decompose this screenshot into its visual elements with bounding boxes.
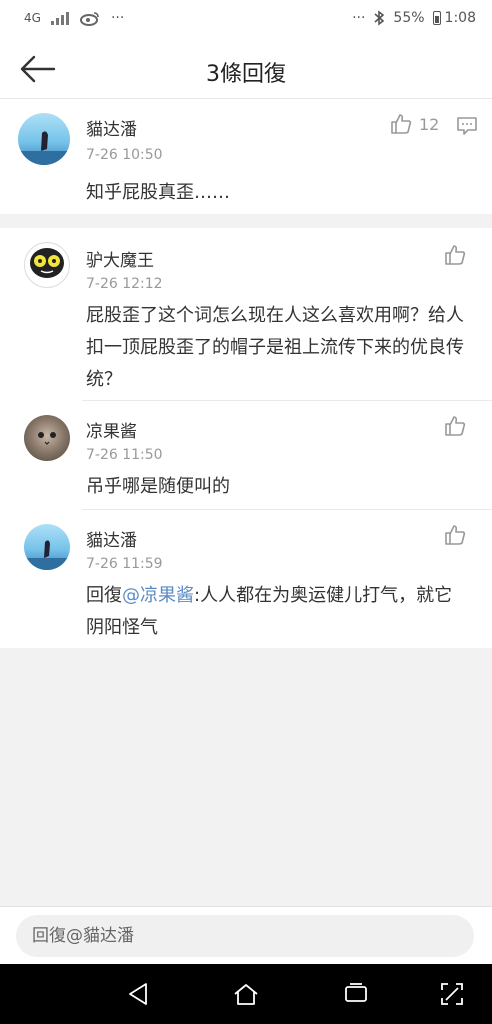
thumbs-up-icon[interactable] [444,244,466,266]
reply-input[interactable] [16,915,474,957]
page-title: 3條回復 [206,62,286,87]
reply-input-bar [0,906,492,965]
battery-percent: 55% [393,10,425,26]
reply-time: 7-26 11:50 [86,447,163,463]
status-bar: 4G ··· ··· 55% 1:08 [0,0,492,40]
reply-time: 7-26 11:59 [86,556,163,572]
comment-author[interactable]: 貓达潘 [86,115,137,140]
reply-author[interactable]: 貓达潘 [86,526,137,551]
nav-screenshot-icon[interactable] [438,980,466,1008]
thumbs-up-icon[interactable] [444,415,466,437]
weibo-icon [79,12,99,26]
system-nav-bar [0,964,492,1024]
reply-prefix: 回復 [86,585,122,606]
comment-icon[interactable] [456,115,478,137]
reply-item: 驴大魔王 7-26 12:12 屁股歪了这个词怎么现在人这么喜欢用啊？给人扣一顶… [0,228,492,401]
reply-author[interactable]: 凉果酱 [86,417,137,442]
comment-text: 知乎屁股真歪…… [86,182,230,203]
avatar-figure-icon [24,540,70,570]
more-left: ··· [110,10,125,26]
avatar[interactable] [24,524,70,570]
reply-author[interactable]: 驴大魔王 [86,246,154,271]
like-count: 12 [419,115,440,134]
avatar[interactable] [18,113,70,165]
cat-face-icon [38,432,56,445]
mention-link[interactable]: @凉果酱 [122,585,194,606]
reply-text: 回復@凉果酱:人人都在为奥运健儿打气，就它阴阳怪气 [86,580,468,644]
status-right: ··· 55% 1:08 [352,10,476,26]
bluetooth-icon [374,10,385,26]
main-comment: 貓达潘 7-26 10:50 知乎屁股真歪…… 12 [0,99,492,214]
signal-icon [50,11,69,25]
meme-face-icon [30,248,64,278]
network-indicator: 4G [24,11,41,25]
comment-time: 7-26 10:50 [86,147,163,163]
clock: 1:08 [444,10,476,26]
avatar[interactable] [24,242,70,288]
nav-recents-icon[interactable] [342,980,370,1008]
replies-list: 驴大魔王 7-26 12:12 屁股歪了这个词怎么现在人这么喜欢用啊？给人扣一顶… [0,228,492,648]
nav-back-icon[interactable] [124,980,152,1008]
battery-icon [432,11,441,25]
more-right: ··· [352,10,366,26]
reply-item: 凉果酱 7-26 11:50 吊乎哪是随便叫的 [0,401,492,510]
reply-text: 屁股歪了这个词怎么现在人这么喜欢用啊？给人扣一顶屁股歪了的帽子是祖上流传下来的优… [86,305,464,390]
nav-home-icon[interactable] [232,980,260,1008]
reply-item: 貓达潘 7-26 11:59 回復@凉果酱:人人都在为奥运健儿打气，就它阴阳怪气 [0,510,492,648]
avatar-figure-icon [18,131,70,165]
status-left: 4G ··· [24,10,124,26]
reply-time: 7-26 12:12 [86,276,163,292]
header-bar: 3條回復 [0,40,492,99]
thumbs-up-icon[interactable] [444,524,466,546]
thumbs-up-icon[interactable] [390,113,412,135]
avatar[interactable] [24,415,70,461]
reply-text: 吊乎哪是随便叫的 [86,476,230,497]
